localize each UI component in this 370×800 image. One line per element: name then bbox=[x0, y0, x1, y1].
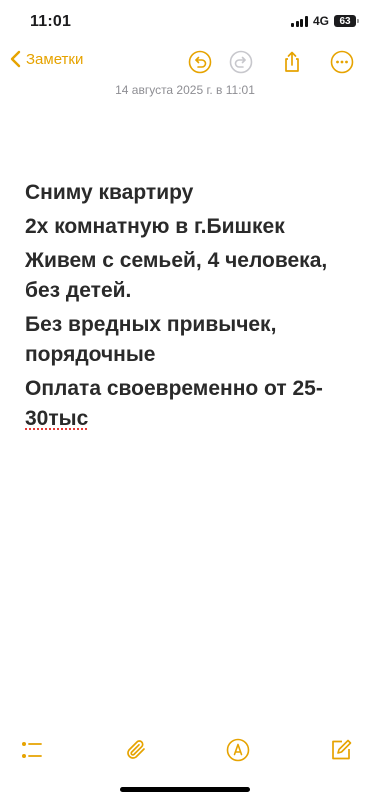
status-bar: 11:01 4G 63 bbox=[0, 0, 370, 44]
back-button[interactable]: Заметки bbox=[10, 50, 83, 68]
status-time: 11:01 bbox=[30, 13, 72, 30]
back-label: Заметки bbox=[26, 50, 84, 68]
note-line-text: Оплата своевременно от 25- bbox=[25, 377, 323, 400]
markup-pen-icon[interactable] bbox=[226, 738, 250, 762]
navigation-bar: Заметки bbox=[0, 44, 370, 84]
signal-icon bbox=[291, 15, 308, 27]
compose-icon[interactable] bbox=[329, 738, 353, 762]
battery-level: 63 bbox=[339, 15, 351, 27]
misspelled-word[interactable]: 30тыс bbox=[25, 407, 88, 430]
bottom-toolbar bbox=[0, 733, 370, 767]
note-line: 2х комнатную в г.Бишкек bbox=[25, 215, 285, 238]
note-timestamp: 14 августа 2025 г. в 11:01 bbox=[115, 83, 255, 97]
note-line-last: Оплата своевременно от 25- 30тыс bbox=[25, 374, 360, 434]
redo-icon[interactable] bbox=[229, 50, 253, 74]
checklist-icon[interactable] bbox=[20, 738, 44, 762]
paperclip-icon[interactable] bbox=[124, 738, 148, 762]
note-line: Живем с семьей, 4 человека, без детей. bbox=[25, 249, 328, 302]
share-icon[interactable] bbox=[280, 50, 304, 74]
network-type: 4G bbox=[312, 14, 329, 28]
home-indicator bbox=[120, 787, 250, 792]
chevron-left-icon bbox=[10, 50, 21, 68]
battery-icon: 63 bbox=[334, 15, 359, 27]
more-icon[interactable] bbox=[330, 50, 354, 74]
status-indicators: 4G 63 bbox=[291, 14, 359, 28]
note-line: Сниму квартиру bbox=[25, 181, 194, 204]
note-text-area[interactable]: Сниму квартиру 2х комнатную в г.Бишкек Ж… bbox=[25, 178, 360, 438]
note-line: Без вредных привычек, порядочные bbox=[25, 313, 277, 366]
undo-icon[interactable] bbox=[188, 50, 212, 74]
